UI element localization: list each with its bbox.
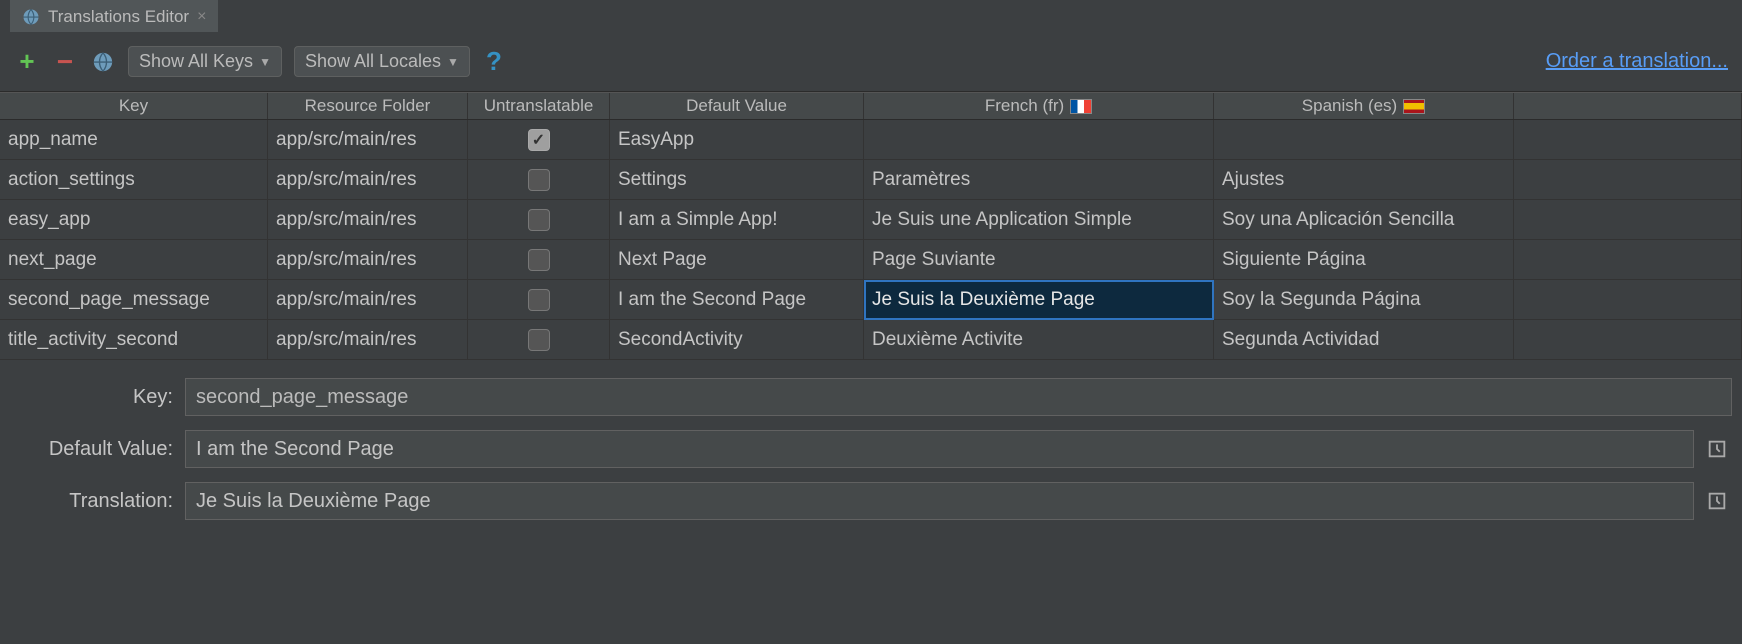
column-header-default[interactable]: Default Value	[610, 93, 864, 119]
cell-unt[interactable]	[468, 280, 610, 320]
untranslatable-checkbox[interactable]	[528, 129, 550, 151]
detail-pane: Key: Default Value: Translation:	[0, 360, 1742, 520]
cell-pad[interactable]	[1514, 320, 1742, 360]
cell-key[interactable]: easy_app	[0, 200, 268, 240]
cell-res[interactable]: app/src/main/res	[268, 120, 468, 160]
cell-fr[interactable]: Page Suviante	[864, 240, 1214, 280]
cell-res[interactable]: app/src/main/res	[268, 160, 468, 200]
cell-unt[interactable]	[468, 240, 610, 280]
untranslatable-checkbox[interactable]	[528, 249, 550, 271]
add-key-button[interactable]: +	[14, 49, 40, 75]
untranslatable-checkbox[interactable]	[528, 169, 550, 191]
add-locale-button[interactable]	[90, 49, 116, 75]
cell-pad[interactable]	[1514, 120, 1742, 160]
detail-key-input[interactable]	[185, 378, 1732, 416]
close-icon[interactable]: ×	[197, 8, 206, 26]
help-icon[interactable]: ?	[486, 46, 502, 77]
tab-title: Translations Editor	[48, 7, 189, 27]
column-header-untranslatable[interactable]: Untranslatable	[468, 93, 610, 119]
globe-icon	[22, 8, 40, 26]
cell-res[interactable]: app/src/main/res	[268, 240, 468, 280]
order-translation-link[interactable]: Order a translation...	[1546, 50, 1728, 73]
cell-es[interactable]: Soy una Aplicación Sencilla	[1214, 200, 1514, 240]
cell-pad[interactable]	[1514, 160, 1742, 200]
cell-es[interactable]: Segunda Actividad	[1214, 320, 1514, 360]
table-row: next_pageapp/src/main/res Next PagePage S…	[0, 240, 1742, 280]
column-header-french[interactable]: French (fr)	[864, 93, 1214, 119]
cell-res[interactable]: app/src/main/res	[268, 320, 468, 360]
chevron-down-icon: ▼	[447, 55, 459, 69]
detail-translation-label: Translation:	[10, 490, 185, 513]
keys-filter-label: Show All Keys	[139, 51, 253, 72]
cell-def[interactable]: Settings	[610, 160, 864, 200]
untranslatable-checkbox[interactable]	[528, 209, 550, 231]
cell-pad[interactable]	[1514, 200, 1742, 240]
cell-es[interactable]	[1214, 120, 1514, 160]
cell-fr[interactable]	[864, 120, 1214, 160]
chevron-down-icon: ▼	[259, 55, 271, 69]
cell-fr[interactable]: Deuxième Activite	[864, 320, 1214, 360]
column-header-key[interactable]: Key	[0, 93, 268, 119]
cell-key[interactable]: title_activity_second	[0, 320, 268, 360]
cell-key[interactable]: action_settings	[0, 160, 268, 200]
flag-fr-icon	[1070, 99, 1092, 114]
cell-key[interactable]: app_name	[0, 120, 268, 160]
table-row: second_page_messageapp/src/main/res I am …	[0, 280, 1742, 320]
column-header-resource[interactable]: Resource Folder	[268, 93, 468, 119]
cell-unt[interactable]	[468, 160, 610, 200]
cell-fr[interactable]: Je Suis une Application Simple	[864, 200, 1214, 240]
cell-fr[interactable]: Paramètres	[864, 160, 1214, 200]
cell-key[interactable]: next_page	[0, 240, 268, 280]
untranslatable-checkbox[interactable]	[528, 329, 550, 351]
table-row: action_settingsapp/src/main/res SettingsP…	[0, 160, 1742, 200]
detail-default-label: Default Value:	[10, 438, 185, 461]
cell-def[interactable]: SecondActivity	[610, 320, 864, 360]
cell-def[interactable]: EasyApp	[610, 120, 864, 160]
cell-def[interactable]: I am a Simple App!	[610, 200, 864, 240]
toolbar: + − Show All Keys ▼ Show All Locales ▼ ?…	[0, 32, 1742, 92]
editor-tab[interactable]: Translations Editor ×	[10, 0, 218, 32]
cell-def[interactable]: I am the Second Page	[610, 280, 864, 320]
column-header-spanish[interactable]: Spanish (es)	[1214, 93, 1514, 119]
cell-res[interactable]: app/src/main/res	[268, 200, 468, 240]
table-row: easy_appapp/src/main/res I am a Simple Ap…	[0, 200, 1742, 240]
cell-unt[interactable]	[468, 200, 610, 240]
cell-pad[interactable]	[1514, 240, 1742, 280]
cell-es[interactable]: Siguiente Página	[1214, 240, 1514, 280]
table-row: title_activity_secondapp/src/main/res Sec…	[0, 320, 1742, 360]
cell-def[interactable]: Next Page	[610, 240, 864, 280]
locales-filter-label: Show All Locales	[305, 51, 441, 72]
cell-pad[interactable]	[1514, 280, 1742, 320]
expand-translation-button[interactable]	[1702, 486, 1732, 516]
cell-unt[interactable]	[468, 120, 610, 160]
cell-res[interactable]: app/src/main/res	[268, 280, 468, 320]
cell-es[interactable]: Ajustes	[1214, 160, 1514, 200]
translations-table: Key Resource Folder Untranslatable Defau…	[0, 92, 1742, 360]
cell-es[interactable]: Soy la Segunda Página	[1214, 280, 1514, 320]
detail-key-label: Key:	[10, 386, 185, 409]
untranslatable-checkbox[interactable]	[528, 289, 550, 311]
remove-key-button[interactable]: −	[52, 49, 78, 75]
detail-default-input[interactable]	[185, 430, 1694, 468]
cell-key[interactable]: second_page_message	[0, 280, 268, 320]
expand-default-button[interactable]	[1702, 434, 1732, 464]
keys-filter-dropdown[interactable]: Show All Keys ▼	[128, 46, 282, 77]
table-row: app_nameapp/src/main/res EasyApp	[0, 120, 1742, 160]
locales-filter-dropdown[interactable]: Show All Locales ▼	[294, 46, 470, 77]
cell-fr[interactable]: Je Suis la Deuxième Page	[864, 280, 1214, 320]
cell-unt[interactable]	[468, 320, 610, 360]
detail-translation-input[interactable]	[185, 482, 1694, 520]
flag-es-icon	[1403, 99, 1425, 114]
